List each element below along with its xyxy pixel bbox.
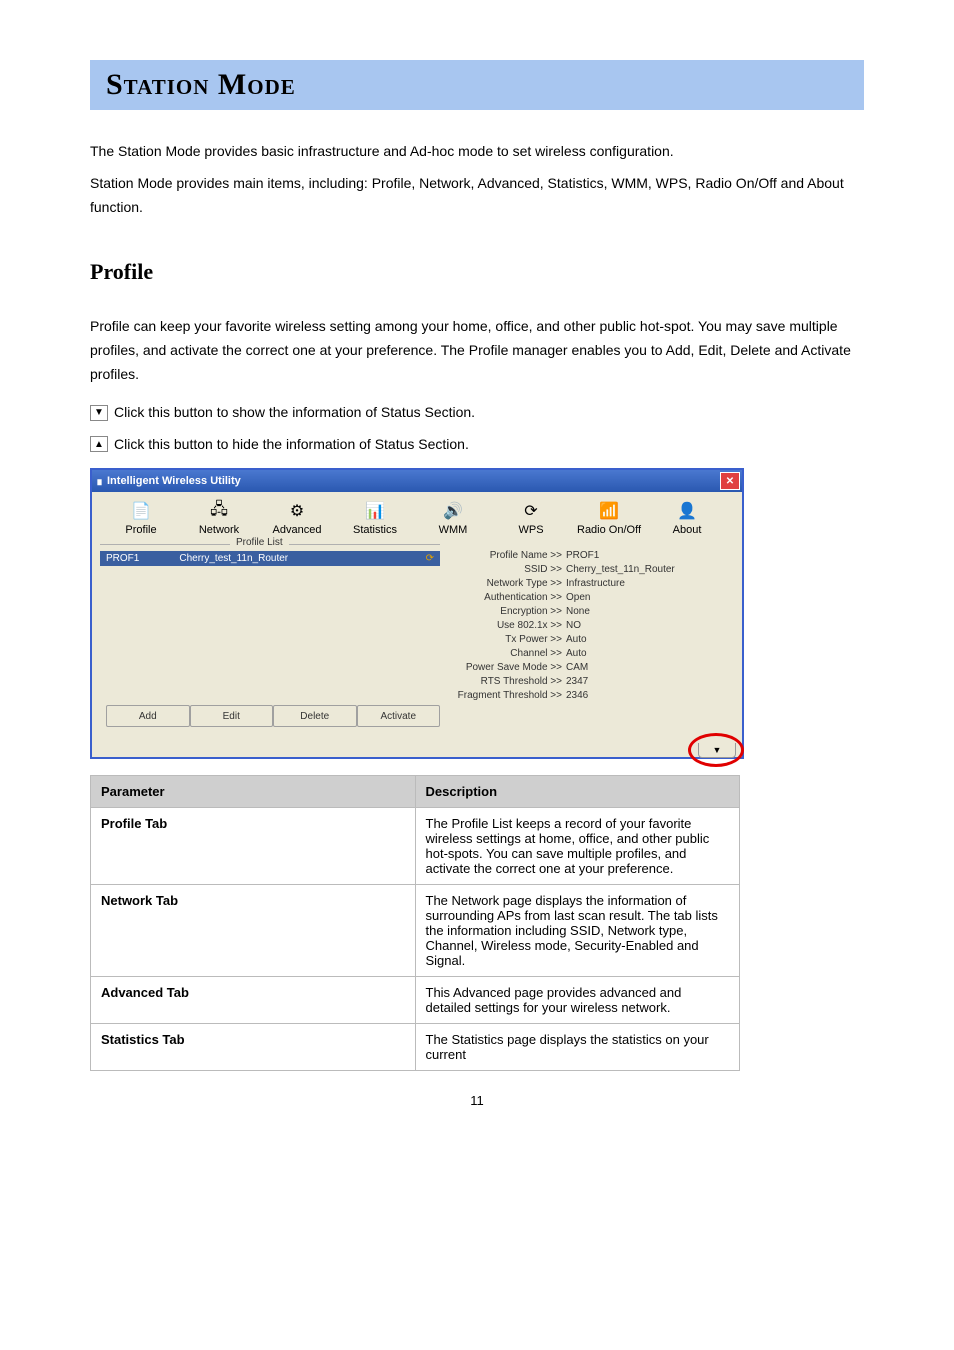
app-toolbar: 📄 Profile 🖧 Network ⚙ Advanced 📊 Statist… (92, 492, 742, 544)
page-number: 11 (90, 1093, 864, 1108)
show-status-label: Click this button to show the informatio… (114, 401, 475, 425)
app-window-title: Intelligent Wireless Utility (107, 475, 241, 487)
table-row: Network Tab The Network page displays th… (91, 885, 740, 977)
app-titlebar: ∎ Intelligent Wireless Utility ✕ (92, 470, 742, 492)
table-header: Parameter (91, 776, 416, 808)
profile-icon: 📄 (102, 498, 180, 524)
tab-label: About (648, 524, 726, 536)
profile-row-ssid: Cherry_test_11n_Router (179, 553, 288, 564)
expand-button[interactable]: ▼ (698, 743, 736, 758)
profile-list-label: Profile List (230, 537, 289, 548)
tab-wps[interactable]: ⟳ WPS (492, 498, 570, 536)
page-title: Station Mode (106, 68, 848, 102)
warning-icon: ⟳ (426, 553, 434, 564)
app-content: Profile List PROF1 Cherry_test_11n_Route… (92, 544, 742, 741)
detail-row: Authentication >>Open (452, 592, 730, 603)
detail-row: Channel >>Auto (452, 648, 730, 659)
tab-radio[interactable]: 📶 Radio On/Off (570, 498, 648, 536)
about-icon: 👤 (648, 498, 726, 524)
tab-wmm[interactable]: 🔊 WMM (414, 498, 492, 536)
profile-details-panel: Profile Name >>PROF1 SSID >>Cherry_test_… (440, 544, 734, 735)
title-banner: Station Mode (90, 60, 864, 110)
tab-advanced[interactable]: ⚙ Advanced (258, 498, 336, 536)
table-row: Profile Tab The Profile List keeps a rec… (91, 808, 740, 885)
detail-row: RTS Threshold >>2347 (452, 676, 730, 687)
profile-list-panel: Profile List PROF1 Cherry_test_11n_Route… (100, 544, 440, 735)
app-icon: ∎ (96, 475, 103, 488)
tab-label: Radio On/Off (570, 524, 648, 536)
profile-list[interactable]: PROF1 Cherry_test_11n_Router ⟳ (100, 551, 440, 701)
tab-statistics[interactable]: 📊 Statistics (336, 498, 414, 536)
chevron-up-icon[interactable]: ▲ (90, 436, 108, 452)
statistics-icon: 📊 (336, 498, 414, 524)
delete-button[interactable]: Delete (273, 705, 357, 727)
expand-row: ▼ (92, 741, 742, 757)
parameter-table: Parameter Description Profile Tab The Pr… (90, 775, 740, 1071)
intro-line: Station Mode provides main items, includ… (90, 172, 864, 220)
tab-about[interactable]: 👤 About (648, 498, 726, 536)
detail-row: Encryption >>None (452, 606, 730, 617)
intro-line: The Station Mode provides basic infrastr… (90, 140, 864, 164)
table-row: Advanced Tab This Advanced page provides… (91, 977, 740, 1024)
app-window: ∎ Intelligent Wireless Utility ✕ 📄 Profi… (90, 468, 744, 759)
profile-intro: Profile can keep your favorite wireless … (90, 315, 864, 456)
wps-icon: ⟳ (492, 498, 570, 524)
show-status-line: ▼ Click this button to show the informat… (90, 401, 864, 425)
close-icon[interactable]: ✕ (720, 472, 740, 490)
detail-row: Use 802.1x >>NO (452, 620, 730, 631)
table-header: Description (415, 776, 740, 808)
detail-row: Fragment Threshold >>2346 (452, 690, 730, 701)
edit-button[interactable]: Edit (190, 705, 274, 727)
profile-intro-line: Profile can keep your favorite wireless … (90, 315, 864, 386)
hide-status-line: ▲ Click this button to hide the informat… (90, 433, 864, 457)
detail-row: Power Save Mode >>CAM (452, 662, 730, 673)
profile-list-row[interactable]: PROF1 Cherry_test_11n_Router ⟳ (100, 551, 440, 566)
network-icon: 🖧 (180, 498, 258, 524)
detail-row: Network Type >>Infrastructure (452, 578, 730, 589)
tab-label: Network (180, 524, 258, 536)
document-page: Station Mode The Station Mode provides b… (0, 0, 954, 1148)
profile-row-name: PROF1 (106, 553, 139, 564)
tab-profile[interactable]: 📄 Profile (102, 498, 180, 536)
detail-row: Tx Power >>Auto (452, 634, 730, 645)
tab-label: WMM (414, 524, 492, 536)
add-button[interactable]: Add (106, 705, 190, 727)
table-row: Statistics Tab The Statistics page displ… (91, 1024, 740, 1071)
hide-status-label: Click this button to hide the informatio… (114, 433, 469, 457)
tab-label: WPS (492, 524, 570, 536)
section-heading-profile: Profile (90, 259, 864, 285)
profile-buttons: Add Edit Delete Activate (100, 701, 440, 735)
detail-row: SSID >>Cherry_test_11n_Router (452, 564, 730, 575)
radio-icon: 📶 (570, 498, 648, 524)
intro-text: The Station Mode provides basic infrastr… (90, 140, 864, 219)
tab-network[interactable]: 🖧 Network (180, 498, 258, 536)
chevron-down-icon[interactable]: ▼ (90, 405, 108, 421)
wmm-icon: 🔊 (414, 498, 492, 524)
activate-button[interactable]: Activate (357, 705, 441, 727)
detail-row: Profile Name >>PROF1 (452, 550, 730, 561)
tab-label: Statistics (336, 524, 414, 536)
tab-label: Advanced (258, 524, 336, 536)
tab-label: Profile (102, 524, 180, 536)
gear-icon: ⚙ (258, 498, 336, 524)
